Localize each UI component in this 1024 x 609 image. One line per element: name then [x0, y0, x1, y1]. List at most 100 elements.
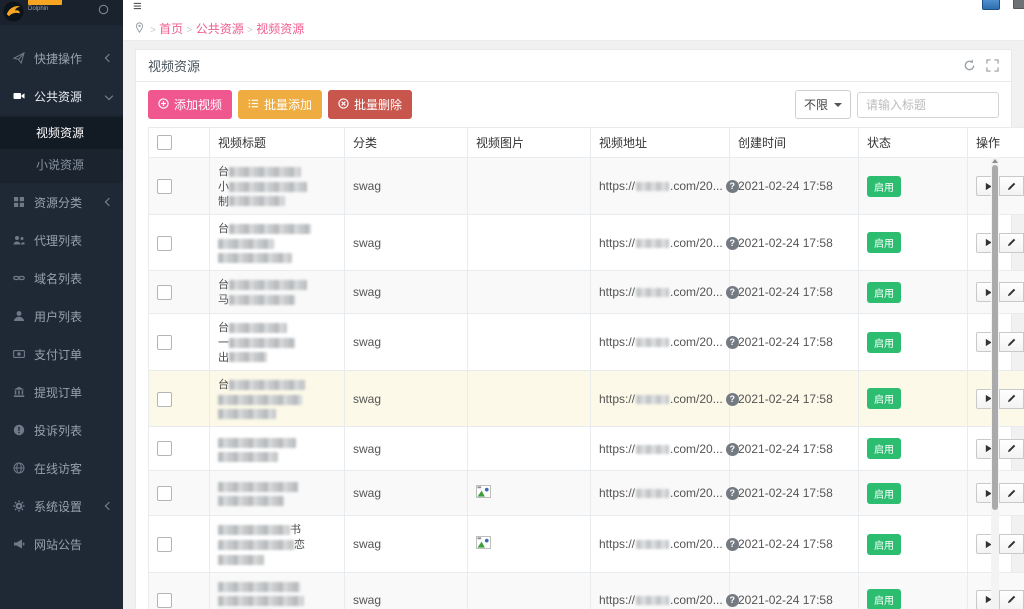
edit-button[interactable]: [1000, 483, 1024, 503]
sidebar-item-8[interactable]: 投诉列表: [0, 411, 123, 449]
status-badge: 启用: [867, 388, 901, 409]
breadcrumb: > 首页 > 公共资源 > 视频资源: [123, 18, 1024, 41]
batch-delete-button[interactable]: 批量删除: [328, 90, 412, 119]
cell-video-url: https://.com/20...?: [591, 158, 730, 215]
edit-button[interactable]: [1000, 282, 1024, 302]
table-wrap: 视频标题分类视频图片视频地址创建时间状态操作 台小制swaghttps://.c…: [148, 127, 999, 609]
cell-video-title: 台: [210, 215, 345, 271]
row-checkbox[interactable]: [157, 593, 172, 608]
brand-name: Dolphin: [28, 5, 62, 13]
sidebar-item-1[interactable]: 公共资源: [0, 77, 123, 115]
video-resources-panel: 视频资源 添: [135, 49, 1012, 609]
content-area: 视频资源 添: [123, 41, 1024, 609]
toolbar-buttons: 添加视频 批量添加 批量删除: [148, 90, 412, 119]
fullscreen-icon[interactable]: [986, 59, 999, 72]
breadcrumb-link-0[interactable]: 首页: [156, 22, 187, 36]
sidebar-item-7[interactable]: 提现订单: [0, 373, 123, 411]
vertical-scrollbar[interactable]: [991, 157, 999, 609]
edit-button[interactable]: [1000, 439, 1024, 459]
screen-icon[interactable]: [1013, 0, 1024, 9]
sidebar-item-label: 提现订单: [34, 384, 82, 401]
scrollbar-thumb[interactable]: [992, 165, 998, 510]
select-all-checkbox[interactable]: [157, 135, 172, 150]
row-checkbox[interactable]: [157, 179, 172, 194]
add-video-button[interactable]: 添加视频: [148, 90, 232, 119]
app-window: Dolphin 快捷操作公共资源视频资源小说资源资源分类代理列表域名列表用户列表…: [0, 0, 1024, 609]
broken-image-icon: [476, 538, 491, 552]
sidebar-item-6[interactable]: 支付订单: [0, 335, 123, 373]
cell-created-time: 2021-02-24 17:58: [730, 471, 859, 516]
cell-category: swag: [345, 516, 468, 573]
video-table: 视频标题分类视频图片视频地址创建时间状态操作 台小制swaghttps://.c…: [148, 127, 1024, 609]
row-checkbox[interactable]: [157, 486, 172, 501]
cell-video-url: https://.com/20...?: [591, 215, 730, 271]
sidebar-item-label: 在线访客: [34, 460, 82, 477]
refresh-icon[interactable]: [963, 59, 976, 72]
cell-video-url: https://.com/20...?: [591, 516, 730, 573]
edit-button[interactable]: [1000, 534, 1024, 554]
title-search-input[interactable]: [857, 92, 999, 118]
row-checkbox[interactable]: [157, 285, 172, 300]
category-filter-dropdown[interactable]: 不限: [795, 90, 851, 119]
sidebar-collapse-icon[interactable]: [98, 2, 109, 20]
caret-down-icon: [834, 103, 842, 107]
sidebar-submenu: 视频资源小说资源: [0, 115, 123, 183]
menu-toggle-icon[interactable]: ≡: [133, 0, 142, 15]
breadcrumb-link-1[interactable]: 公共资源: [192, 22, 247, 36]
status-badge: 启用: [867, 282, 901, 303]
row-checkbox[interactable]: [157, 236, 172, 251]
chevron-left-icon: [105, 502, 113, 510]
url-text: https://: [599, 285, 635, 299]
cell-category: swag: [345, 471, 468, 516]
cell-created-time: 2021-02-24 17:58: [730, 215, 859, 271]
url-text: https://: [599, 392, 635, 406]
row-checkbox[interactable]: [157, 537, 172, 552]
row-checkbox[interactable]: [157, 392, 172, 407]
status-badge: 启用: [867, 232, 901, 253]
avatar-icon[interactable]: [982, 0, 1000, 10]
column-header-4: 创建时间: [730, 128, 859, 158]
filter-controls: 不限: [795, 90, 999, 119]
sidebar-item-0[interactable]: 快捷操作: [0, 39, 123, 77]
breadcrumb-link-2[interactable]: 视频资源: [253, 22, 304, 36]
withdraw-icon: [12, 386, 26, 398]
add-video-label: 添加视频: [174, 96, 222, 113]
row-checkbox[interactable]: [157, 335, 172, 350]
status-badge: 启用: [867, 332, 901, 353]
edit-button[interactable]: [1000, 389, 1024, 409]
edit-button[interactable]: [1000, 332, 1024, 352]
filter-label: 不限: [804, 96, 828, 113]
topbar-right: [982, 0, 1024, 10]
sidebar-item-4[interactable]: 域名列表: [0, 259, 123, 297]
sidebar-header: Dolphin: [0, 0, 123, 25]
row-checkbox[interactable]: [157, 441, 172, 456]
sidebar-subitem[interactable]: 视频资源: [0, 117, 123, 149]
column-header-5: 状态: [859, 128, 968, 158]
sidebar-item-label: 资源分类: [34, 194, 82, 211]
cell-video-image: [468, 271, 591, 314]
main-area: ≡ > 首页 > 公共资源 > 视频资源 视频资源: [123, 0, 1024, 609]
cell-select: [149, 158, 210, 215]
sidebar-item-5[interactable]: 用户列表: [0, 297, 123, 335]
sidebar-item-10[interactable]: 系统设置: [0, 487, 123, 525]
column-header-3: 视频地址: [591, 128, 730, 158]
batch-add-button[interactable]: 批量添加: [238, 90, 322, 119]
sidebar-item-11[interactable]: 网站公告: [0, 525, 123, 563]
status-badge: 启用: [867, 176, 901, 197]
sidebar-item-2[interactable]: 资源分类: [0, 183, 123, 221]
table-row: 台马swaghttps://.com/20...?2021-02-24 17:5…: [149, 271, 1024, 314]
brand-logo[interactable]: Dolphin: [3, 1, 62, 27]
edit-button[interactable]: [1000, 233, 1024, 253]
scroll-up-arrow-icon[interactable]: [992, 159, 998, 163]
cell-category: swag: [345, 427, 468, 471]
cell-select: [149, 572, 210, 609]
sidebar-item-9[interactable]: 在线访客: [0, 449, 123, 487]
edit-button[interactable]: [1000, 176, 1024, 196]
edit-button[interactable]: [1000, 590, 1024, 609]
help-icon: ?: [726, 594, 739, 607]
cell-video-title: 台一出: [210, 313, 345, 370]
domain-icon: [12, 272, 26, 284]
sidebar-subitem[interactable]: 小说资源: [0, 149, 123, 181]
x-circle-icon: [338, 98, 349, 112]
sidebar-item-3[interactable]: 代理列表: [0, 221, 123, 259]
